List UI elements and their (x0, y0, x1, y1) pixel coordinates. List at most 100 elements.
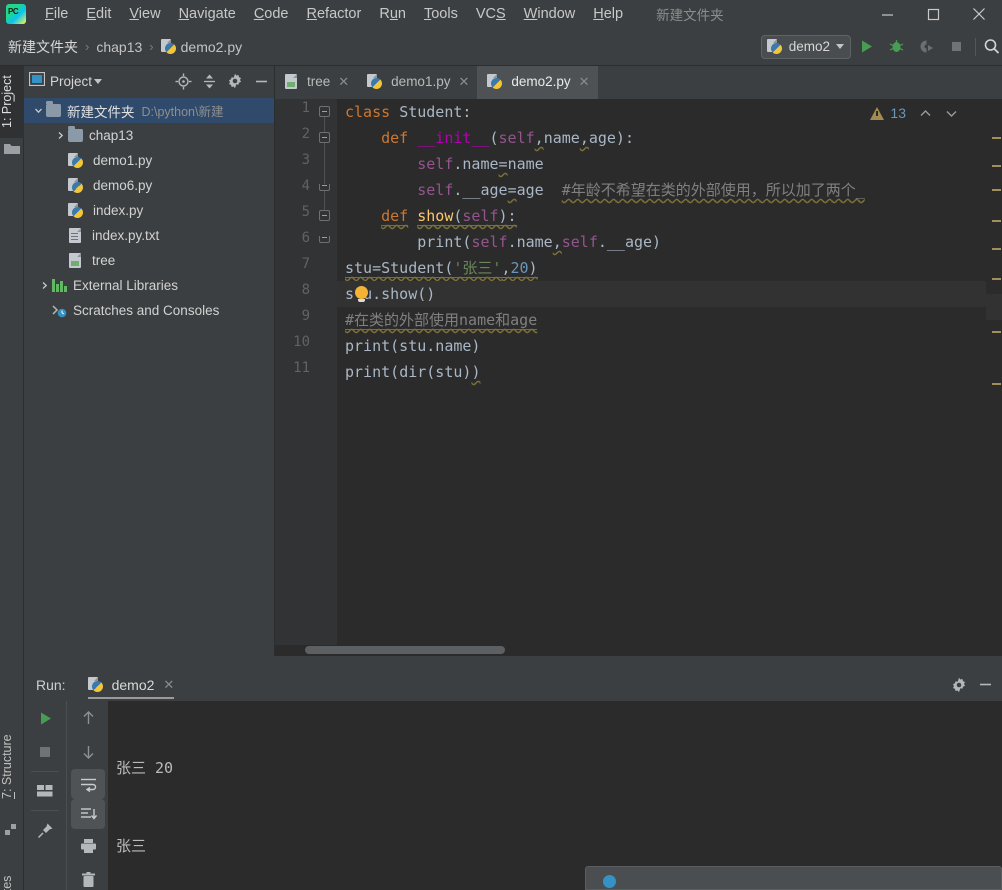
stop-button[interactable] (24, 735, 66, 769)
tree-item-scratches-and-consoles[interactable]: Scratches and Consoles (24, 298, 274, 323)
run-button[interactable] (851, 32, 881, 62)
tree-item-demo6[interactable]: demo6.py (24, 173, 274, 198)
tree-item-index-py-txt[interactable]: index.py.txt (24, 223, 274, 248)
tree-item-tree[interactable]: tree (24, 248, 274, 273)
python-file-icon (68, 153, 83, 168)
stripe-mark[interactable] (992, 278, 1001, 280)
structure-icon[interactable] (5, 823, 20, 842)
notification-popup[interactable] (585, 866, 1002, 890)
tree-item-chap13[interactable]: chap13 (24, 123, 274, 148)
hide-icon[interactable] (248, 68, 274, 94)
close-icon[interactable]: ✕ (458, 74, 469, 90)
sidebar-item-structure[interactable]: 7: Structure (0, 712, 24, 822)
soft-wrap-button[interactable] (71, 769, 105, 799)
menu-refactor[interactable]: Refactor (298, 3, 371, 25)
menu-window[interactable]: Window (515, 3, 585, 25)
menu-vcs[interactable]: VCS (467, 3, 515, 25)
fold-end-init[interactable] (319, 184, 330, 191)
fold-end-show[interactable] (319, 236, 330, 243)
chevron-down-icon[interactable] (94, 78, 103, 84)
search-everywhere-button[interactable] (980, 32, 1002, 62)
breadcrumb: 新建文件夹 › chap13 › demo2.py (8, 37, 242, 57)
menu-navigate[interactable]: Navigate (170, 3, 245, 25)
locate-icon[interactable] (170, 68, 196, 94)
stop-button[interactable] (941, 32, 971, 62)
fold-marker-class[interactable] (319, 106, 330, 117)
rerun-button[interactable] (24, 701, 66, 735)
editor-tab-demo2[interactable]: demo2.py ✕ (477, 66, 598, 99)
close-icon[interactable]: ✕ (163, 677, 174, 693)
run-configuration-selector[interactable]: demo2 (760, 34, 851, 59)
minimize-icon[interactable] (864, 0, 910, 28)
menu-file[interactable]: File (36, 3, 77, 25)
folder-icon[interactable] (4, 142, 20, 161)
breadcrumb-item-project[interactable]: 新建文件夹 (8, 37, 78, 57)
close-icon[interactable] (956, 0, 1002, 28)
chevron-right-icon[interactable] (52, 131, 68, 140)
chevron-down-icon[interactable] (30, 106, 46, 115)
menu-vcs-pre: VC (475, 6, 496, 22)
fold-marker-init[interactable] (319, 132, 330, 143)
up-stacktrace-button[interactable] (67, 701, 109, 735)
clear-all-button[interactable] (67, 863, 109, 890)
close-icon[interactable]: ✕ (579, 74, 590, 90)
sidebar-item-project[interactable]: 1: Project (0, 66, 24, 138)
print-button[interactable] (67, 829, 109, 863)
code-text[interactable]: class Student: def __init__(self,name,ag… (337, 99, 1002, 656)
stripe-mark[interactable] (992, 331, 1001, 333)
tree-item-external-libraries[interactable]: External Libraries (24, 273, 274, 298)
code-editor[interactable]: 1 2 3 4 5 6 7 8 9 10 11 class Student: d… (275, 99, 1002, 656)
settings-gear-icon[interactable] (946, 672, 972, 698)
toggle-tasks-button[interactable] (24, 774, 66, 808)
settings-gear-icon[interactable] (222, 68, 248, 94)
collapse-all-icon[interactable] (196, 68, 222, 94)
menu-edit[interactable]: Edit (77, 3, 120, 25)
line-number: 7 (301, 256, 310, 272)
stripe-mark[interactable] (992, 248, 1001, 250)
chevron-up-icon[interactable] (919, 106, 932, 121)
sidebar-item-favorites[interactable]: Favorites (0, 846, 24, 890)
stripe-mark[interactable] (992, 220, 1001, 222)
tree-item-label: tree (92, 253, 116, 268)
menu-help[interactable]: Help (584, 3, 632, 25)
intention-bulb-icon[interactable] (355, 286, 368, 302)
editor-hscrollbar-thumb[interactable] (305, 646, 505, 654)
editor-tab-tree[interactable]: tree ✕ (275, 66, 357, 99)
pin-tab-button[interactable] (24, 813, 66, 847)
menu-view[interactable]: View (120, 3, 169, 25)
stripe-mark[interactable] (992, 189, 1001, 191)
console-output[interactable]: 张三 20 张三 ['_Student__age', '__class__', … (108, 701, 1002, 890)
run-tab-demo2[interactable]: demo2 ✕ (87, 668, 174, 701)
info-icon (603, 875, 616, 888)
debug-button[interactable] (881, 32, 911, 62)
stripe-mark[interactable] (992, 137, 1001, 139)
tree-item-label: chap13 (89, 128, 134, 143)
stripe-mark[interactable] (992, 165, 1001, 167)
menu-tools[interactable]: Tools (415, 3, 467, 25)
close-icon[interactable]: ✕ (338, 74, 349, 90)
menu-run[interactable]: Run (370, 3, 415, 25)
editor-hscrollbar[interactable] (275, 645, 1002, 656)
chevron-down-icon[interactable] (945, 106, 958, 121)
menu-code[interactable]: Code (245, 3, 298, 25)
run-with-coverage-button[interactable] (911, 32, 941, 62)
fold-marker-show[interactable] (319, 210, 330, 221)
breadcrumb-item-chap13[interactable]: chap13 (96, 39, 142, 55)
chevron-right-icon[interactable] (36, 281, 52, 290)
error-stripe-bar[interactable] (986, 99, 1002, 656)
run-panel-sidebar (24, 701, 108, 890)
breadcrumb-item-demo2[interactable]: demo2.py (181, 39, 242, 55)
tree-item-index-py[interactable]: index.py (24, 198, 274, 223)
editor-gutter[interactable]: 1 2 3 4 5 6 7 8 9 10 11 (275, 99, 337, 656)
tree-item-new-folder[interactable]: 新建文件夹 D:\python\新建 (24, 98, 274, 123)
hide-icon[interactable] (972, 672, 998, 698)
down-stacktrace-button[interactable] (67, 735, 109, 769)
scroll-to-end-button[interactable] (71, 799, 105, 829)
tree-item-demo1[interactable]: demo1.py (24, 148, 274, 173)
maximize-icon[interactable] (910, 0, 956, 28)
inspection-widget[interactable]: 13 (870, 105, 958, 121)
editor-tab-label: tree (307, 74, 331, 89)
stripe-mark[interactable] (992, 383, 1001, 385)
breadcrumb-separator: › (85, 39, 90, 54)
editor-tab-demo1[interactable]: demo1.py ✕ (357, 66, 477, 99)
